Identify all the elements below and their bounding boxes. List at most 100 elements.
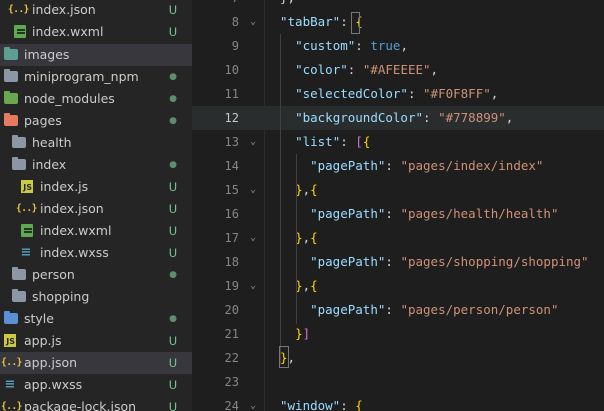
line-number: 9 [231, 39, 239, 53]
fold-chevron-icon[interactable]: ⌄ [246, 178, 260, 202]
file-tree-item[interactable]: index ● [0, 154, 192, 176]
git-status-dot: ● [169, 160, 177, 170]
code-token: "pagePath" [310, 158, 386, 173]
git-status-dot: ● [169, 72, 177, 82]
json-file-icon: {..} [8, 4, 29, 15]
code-line[interactable]: 10 "color": "#AFEEEE", [192, 58, 604, 82]
fold-chevron-icon[interactable]: ⌄ [246, 130, 260, 154]
code-line[interactable]: 18 "pagePath": "pages/shopping/shopping" [192, 250, 604, 274]
code-line[interactable]: 17 ⌄ },{ [192, 226, 604, 250]
code-token: { [310, 230, 318, 245]
folder-icon [4, 69, 18, 82]
json-file-icon: {..} [1, 357, 22, 368]
code-text: "selectedColor": "#F0F8FF", [280, 82, 498, 106]
pages-folder-icon [4, 113, 18, 126]
code-token: "pagePath" [310, 254, 386, 269]
bracket-match-highlight [279, 346, 289, 368]
line-number: 8 [231, 15, 239, 29]
code-text: },{ [280, 226, 318, 250]
code-token: "selectedColor" [295, 86, 408, 101]
file-tree-item[interactable]: index.wxml U [0, 21, 192, 43]
file-tree-item[interactable]: miniprogram_npm ● [0, 66, 192, 88]
file-tree-item[interactable]: {..} index.json U [0, 0, 192, 21]
code-token: : [423, 110, 439, 125]
git-status-untracked: U [168, 246, 178, 260]
style-folder-icon [4, 311, 18, 324]
git-status-untracked: U [168, 356, 178, 370]
file-tree-item-label: index.json [32, 2, 96, 17]
file-tree-item[interactable]: health [0, 132, 192, 154]
code-line[interactable]: 7}, [192, 0, 604, 10]
code-text: },{ [280, 274, 318, 298]
file-tree-item[interactable]: style ● [0, 308, 192, 330]
code-token: "#778899" [438, 110, 506, 125]
file-tree-item[interactable]: shopping [0, 286, 192, 308]
code-line[interactable]: 14 "pagePath": "pages/index/index" [192, 154, 604, 178]
file-tree-item-label: app.js [24, 333, 62, 348]
code-line[interactable]: 21 }] [192, 322, 604, 346]
line-number: 24 [224, 399, 239, 411]
code-line[interactable]: 16 "pagePath": "pages/health/health" [192, 202, 604, 226]
file-tree-item[interactable]: pages ● [0, 110, 192, 132]
file-tree-item[interactable]: images [0, 44, 192, 66]
fold-chevron-icon[interactable]: ⌄ [246, 394, 260, 411]
code-text: "color": "#AFEEEE", [280, 58, 438, 82]
code-line[interactable]: 20 "pagePath": "pages/person/person" [192, 298, 604, 322]
file-tree-item-label: shopping [32, 289, 90, 304]
code-token: true [370, 38, 401, 53]
line-number: 7 [192, 0, 239, 10]
code-line[interactable]: 15 ⌄ },{ [192, 178, 604, 202]
code-token: : [347, 62, 363, 77]
js-file-icon: JS [4, 334, 16, 347]
code-text: },{ [280, 178, 318, 202]
code-token: : [385, 254, 401, 269]
code-token: { [310, 182, 318, 197]
line-number: 23 [224, 375, 239, 389]
code-text: "custom": true, [280, 34, 408, 58]
file-tree-item[interactable]: {..} package-lock.json U [0, 396, 192, 411]
file-tree-item[interactable]: JS app.js U [0, 330, 192, 352]
file-tree-item[interactable]: ≡ app.wxss U [0, 374, 192, 396]
code-line[interactable]: 19 ⌄ },{ [192, 274, 604, 298]
indent-guide [280, 34, 281, 364]
file-tree-item[interactable]: index.wxml U [0, 220, 192, 242]
code-line[interactable]: 13 ⌄ "list": [{ [192, 130, 604, 154]
fold-chevron-icon[interactable]: ⌄ [246, 226, 260, 250]
line-number: 15 [224, 183, 239, 197]
file-tree-item[interactable]: {..} app.json U [0, 352, 192, 374]
file-tree-item[interactable]: person ● [0, 264, 192, 286]
code-line[interactable]: 22}, [192, 346, 604, 370]
wxss-file-icon: ≡ [4, 377, 16, 392]
git-status-dot: ● [169, 314, 177, 324]
code-line[interactable]: 9 "custom": true, [192, 34, 604, 58]
code-token: , [505, 110, 514, 125]
code-text: }] [280, 322, 310, 346]
file-tree-item[interactable]: {..} index.json U [0, 198, 192, 220]
code-token: , [430, 62, 439, 77]
code-text: "backgroundColor": "#778899", [280, 106, 513, 130]
git-status-untracked: U [168, 202, 178, 216]
file-tree-item[interactable]: JS index.js U [0, 176, 192, 198]
fold-chevron-icon[interactable]: ⌄ [246, 274, 260, 298]
code-line[interactable]: 12 "backgroundColor": "#778899", [192, 106, 604, 130]
code-line[interactable]: 24 ⌄ "window": { [192, 394, 604, 411]
code-line[interactable]: 23 [192, 370, 604, 394]
git-status-dot: ● [169, 94, 177, 104]
code-editor[interactable]: 7},8⌄"tabBar": {9 "custom": true,10 "col… [192, 0, 604, 411]
code-token: { [310, 278, 318, 293]
line-number: 22 [224, 351, 239, 365]
line-number: 17 [224, 231, 239, 245]
file-tree-item[interactable]: ≡ index.wxss U [0, 242, 192, 264]
file-tree-item[interactable]: node_modules ● [0, 88, 192, 110]
code-token: , [302, 182, 311, 197]
fold-chevron-icon[interactable]: ⌄ [246, 10, 260, 34]
file-tree-item-label: app.json [24, 355, 78, 370]
code-line[interactable]: 11 "selectedColor": "#F0F8FF", [192, 82, 604, 106]
code-token: { [362, 134, 371, 149]
code-line[interactable]: 8 ⌄ "tabBar": { [192, 10, 604, 34]
